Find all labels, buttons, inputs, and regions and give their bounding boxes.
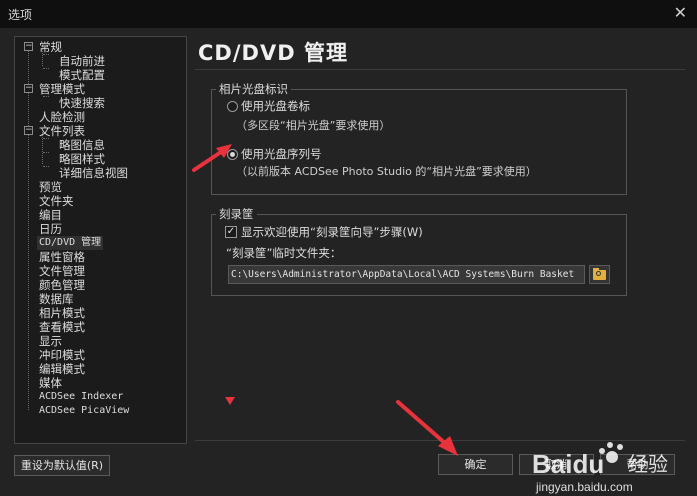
window-title: 选项 (8, 8, 33, 22)
burn-basket-group-title: 刻录筐 (216, 206, 257, 222)
tree-item-calendar[interactable]: 日历 (39, 222, 62, 236)
page-title: CD/DVD 管理 (198, 41, 348, 65)
tree-line (43, 96, 49, 97)
collapse-toggle-icon[interactable]: − (24, 84, 33, 93)
tree-item-properties-pane[interactable]: 属性窗格 (39, 250, 85, 264)
tree-line (43, 166, 49, 167)
tree-item-face-detection[interactable]: 人脸检测 (39, 110, 85, 124)
tree-item-acdsee-picaview[interactable]: ACDSee PicaView (39, 404, 129, 418)
tree-item-acdsee-indexer[interactable]: ACDSee Indexer (39, 390, 123, 404)
tree-line (28, 48, 29, 410)
close-icon[interactable]: ✕ (674, 3, 687, 22)
tree-item-edit-mode[interactable]: 编辑模式 (39, 362, 85, 376)
volume-label-note: （多区段“相片光盘”要求使用） (236, 119, 391, 132)
watermark-subtitle: jingyan.baidu.com (535, 480, 633, 494)
annotation-marker-icon (225, 397, 235, 405)
tree-item-file-manage[interactable]: 文件管理 (39, 264, 85, 278)
tree-item-folders[interactable]: 文件夹 (39, 194, 74, 208)
tree-item-print-mode[interactable]: 冲印模式 (39, 348, 85, 362)
temp-folder-input[interactable]: C:\Users\Administrator\AppData\Local\ACD… (228, 265, 585, 284)
tree-item-thumbnail-info[interactable]: 略图信息 (59, 138, 105, 152)
welcome-step-checkbox[interactable]: ✓ (225, 226, 237, 238)
tree-item-catalog[interactable]: 编目 (39, 208, 62, 222)
tree-item-manage-mode[interactable]: 管理模式 (39, 82, 85, 96)
tree-item-quick-search[interactable]: 快速搜索 (59, 96, 105, 110)
tree-item-file-list[interactable]: 文件列表 (39, 124, 85, 138)
collapse-toggle-icon[interactable]: − (24, 126, 33, 135)
tree-line (43, 138, 49, 139)
title-bar: 选项 ✕ (0, 0, 697, 28)
annotation-arrow-icon (396, 400, 458, 456)
collapse-toggle-icon[interactable]: − (24, 42, 33, 51)
tree-item-media[interactable]: 媒体 (39, 376, 62, 390)
volume-label-radio[interactable] (227, 101, 238, 112)
tree-item-mode-config[interactable]: 模式配置 (59, 68, 105, 82)
tree-item-details-view[interactable]: 详细信息视图 (59, 166, 128, 180)
tree-item-view-mode[interactable]: 查看模式 (39, 320, 85, 334)
reset-defaults-button[interactable]: 重设为默认值(R) (14, 455, 110, 476)
watermark-tag: 经验 (628, 452, 668, 476)
tree-item-photo-mode[interactable]: 相片模式 (39, 306, 85, 320)
tree-line (43, 54, 49, 55)
baidu-jingyan-watermark: Baidu 经验 jingyan.baidu.com (532, 442, 668, 494)
volume-label-option[interactable]: 使用光盘卷标 (241, 98, 310, 114)
tree-item-display[interactable]: 显示 (39, 334, 62, 348)
tree-item-database[interactable]: 数据库 (39, 292, 74, 306)
options-tree[interactable]: − − − 常规 自动前进 模式配置 管理模式 快速搜索 人脸检测 文件列表 略… (14, 36, 187, 444)
serial-number-option[interactable]: 使用光盘序列号 (241, 146, 322, 162)
tree-item-thumbnail-style[interactable]: 略图样式 (59, 152, 105, 166)
title-divider (195, 69, 685, 70)
annotation-arrow-icon (192, 144, 232, 172)
watermark-brand: Baidu (532, 449, 604, 479)
tree-line (43, 68, 49, 69)
tree-item-preview[interactable]: 预览 (39, 180, 62, 194)
dialog-body: − − − 常规 自动前进 模式配置 管理模式 快速搜索 人脸检测 文件列表 略… (0, 28, 697, 496)
tree-item-general[interactable]: 常规 (39, 40, 62, 54)
tree-item-auto-advance[interactable]: 自动前进 (59, 54, 105, 68)
browse-folder-button[interactable] (589, 265, 610, 284)
welcome-step-label[interactable]: 显示欢迎使用“刻录筐向导”步骤(W) (241, 224, 423, 240)
tree-item-cd-dvd-manage[interactable]: CD/DVD 管理 (37, 236, 104, 250)
disc-id-group-title: 相片光盘标识 (216, 81, 291, 97)
tree-item-color-manage[interactable]: 颜色管理 (39, 278, 85, 292)
magnifier-icon (596, 271, 601, 276)
tree-line (43, 152, 49, 153)
serial-number-note: （以前版本 ACDSee Photo Studio 的“相片光盘”要求使用） (236, 165, 537, 178)
temp-folder-label: “刻录筐”临时文件夹： (226, 246, 342, 260)
